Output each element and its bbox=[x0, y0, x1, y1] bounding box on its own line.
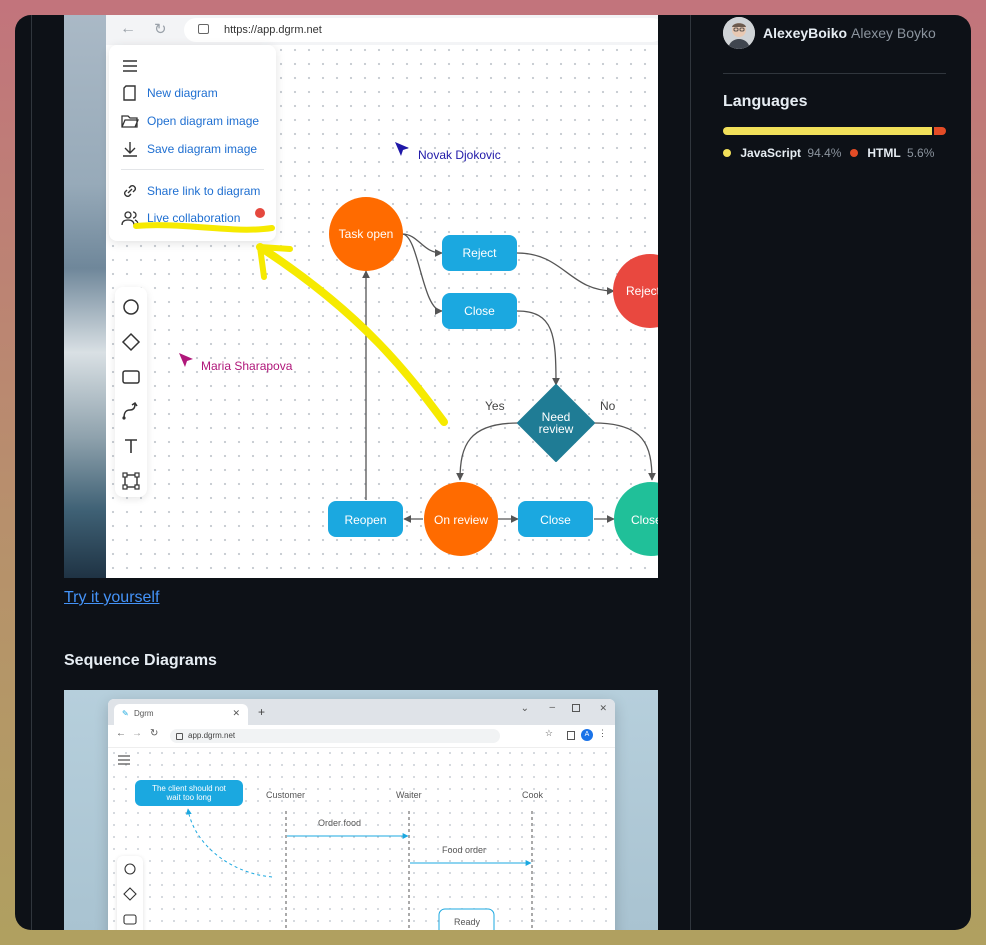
avatar[interactable] bbox=[723, 17, 755, 49]
content-border bbox=[31, 15, 32, 930]
actor-label: Customer bbox=[266, 790, 306, 800]
reload-icon: ↻ bbox=[150, 728, 159, 739]
sidebar-separator bbox=[723, 73, 946, 74]
language-percent: 94.4% bbox=[807, 146, 842, 160]
sequence-diagram bbox=[185, 808, 533, 930]
language-color-dot bbox=[723, 148, 731, 157]
flow-label: Close bbox=[631, 513, 658, 527]
close-window-icon: ✕ bbox=[599, 703, 607, 713]
actor-label: Waiter bbox=[396, 790, 422, 800]
maximize-icon bbox=[572, 704, 580, 712]
address-bar: app.dgrm.net bbox=[170, 729, 500, 743]
diagram-canvas: The client should not wait too long Cust… bbox=[108, 747, 615, 930]
language-bar-segment bbox=[933, 127, 946, 135]
circle-tool-icon bbox=[124, 863, 136, 875]
flow-label-line: review bbox=[538, 422, 574, 436]
flowchart-diagram bbox=[133, 197, 658, 556]
language-color-dot bbox=[850, 148, 858, 157]
lock-icon bbox=[176, 733, 183, 740]
section-heading-sequence-diagrams: Sequence Diagrams bbox=[64, 652, 217, 669]
github-repo-page: ← ↻ https://app.dgrm.net New diagram Ope… bbox=[15, 15, 971, 930]
language-item-javascript[interactable]: JavaScript 94.4% bbox=[723, 146, 841, 160]
shape-toolbar bbox=[117, 856, 143, 930]
message-label: Food order bbox=[442, 845, 487, 855]
close-tab-icon: ✕ bbox=[232, 708, 240, 718]
languages-heading: Languages bbox=[723, 93, 808, 110]
back-arrow-icon: ← bbox=[116, 728, 126, 739]
language-name: JavaScript bbox=[740, 146, 802, 160]
browser-address-row: ← → ↻ app.dgrm.net ☆ A ⋮ bbox=[108, 725, 615, 748]
demo-screenshot-sequence: ✎ Dgrm ✕ + ⌄ – ✕ ← → ↻ app.dgrm.net ☆ A … bbox=[64, 690, 658, 930]
flow-label: Reject bbox=[462, 246, 497, 260]
tab-title: Dgrm bbox=[134, 709, 154, 718]
star-icon: ☆ bbox=[544, 728, 553, 738]
profile-username[interactable]: AlexeyBoiko bbox=[763, 25, 847, 41]
actor-label: Cook bbox=[522, 790, 544, 800]
more-vert-icon: ⋮ bbox=[598, 728, 607, 738]
flow-label: On review bbox=[433, 513, 489, 527]
flow-label: Reopen bbox=[344, 513, 387, 527]
user-avatar-icon bbox=[723, 17, 755, 49]
language-percent: 5.6% bbox=[907, 146, 935, 160]
chevron-down-icon: ⌄ bbox=[520, 703, 529, 714]
highlighter-underline bbox=[133, 222, 275, 233]
edge-label-yes: Yes bbox=[485, 399, 505, 413]
browser-window: ✎ Dgrm ✕ + ⌄ – ✕ ← → ↻ app.dgrm.net ☆ A … bbox=[108, 699, 615, 930]
address-url: app.dgrm.net bbox=[188, 731, 236, 740]
edge-label-no: No bbox=[600, 399, 616, 413]
language-item-html[interactable]: HTML 5.6% bbox=[850, 146, 934, 160]
sidepanel-icon bbox=[567, 731, 575, 740]
language-name: HTML bbox=[867, 146, 901, 160]
demo-screenshot-flowchart: ← ↻ https://app.dgrm.net New diagram Ope… bbox=[64, 15, 658, 578]
minimize-icon: – bbox=[549, 702, 555, 713]
forward-arrow-icon: → bbox=[132, 728, 142, 739]
browser-tab-strip: ✎ Dgrm ✕ + ⌄ – ✕ bbox=[108, 699, 615, 725]
flow-label: Need review bbox=[526, 411, 586, 435]
flow-label: Close bbox=[464, 304, 495, 318]
profile-avatar-icon: A bbox=[581, 729, 593, 741]
new-tab-icon: + bbox=[258, 705, 266, 719]
flow-label: Task open bbox=[338, 227, 394, 241]
browser-tab: ✎ Dgrm ✕ bbox=[114, 704, 248, 725]
language-bar-segment bbox=[723, 127, 932, 135]
try-it-yourself-link[interactable]: Try it yourself bbox=[64, 589, 159, 607]
message-label: Order food bbox=[318, 818, 362, 828]
flow-label: Close bbox=[540, 513, 571, 527]
state-label: Ready bbox=[454, 917, 481, 927]
flow-label: Reject bbox=[626, 284, 658, 298]
rhombus-tool-icon bbox=[123, 887, 137, 901]
sidebar-divider bbox=[690, 15, 691, 930]
profile-full-name: Alexey Boyko bbox=[851, 25, 936, 41]
languages-progress-bar bbox=[723, 127, 946, 135]
rectangle-tool-icon bbox=[123, 914, 137, 925]
highlighter-arrow bbox=[256, 243, 448, 426]
pencil-icon: ✎ bbox=[122, 709, 129, 718]
